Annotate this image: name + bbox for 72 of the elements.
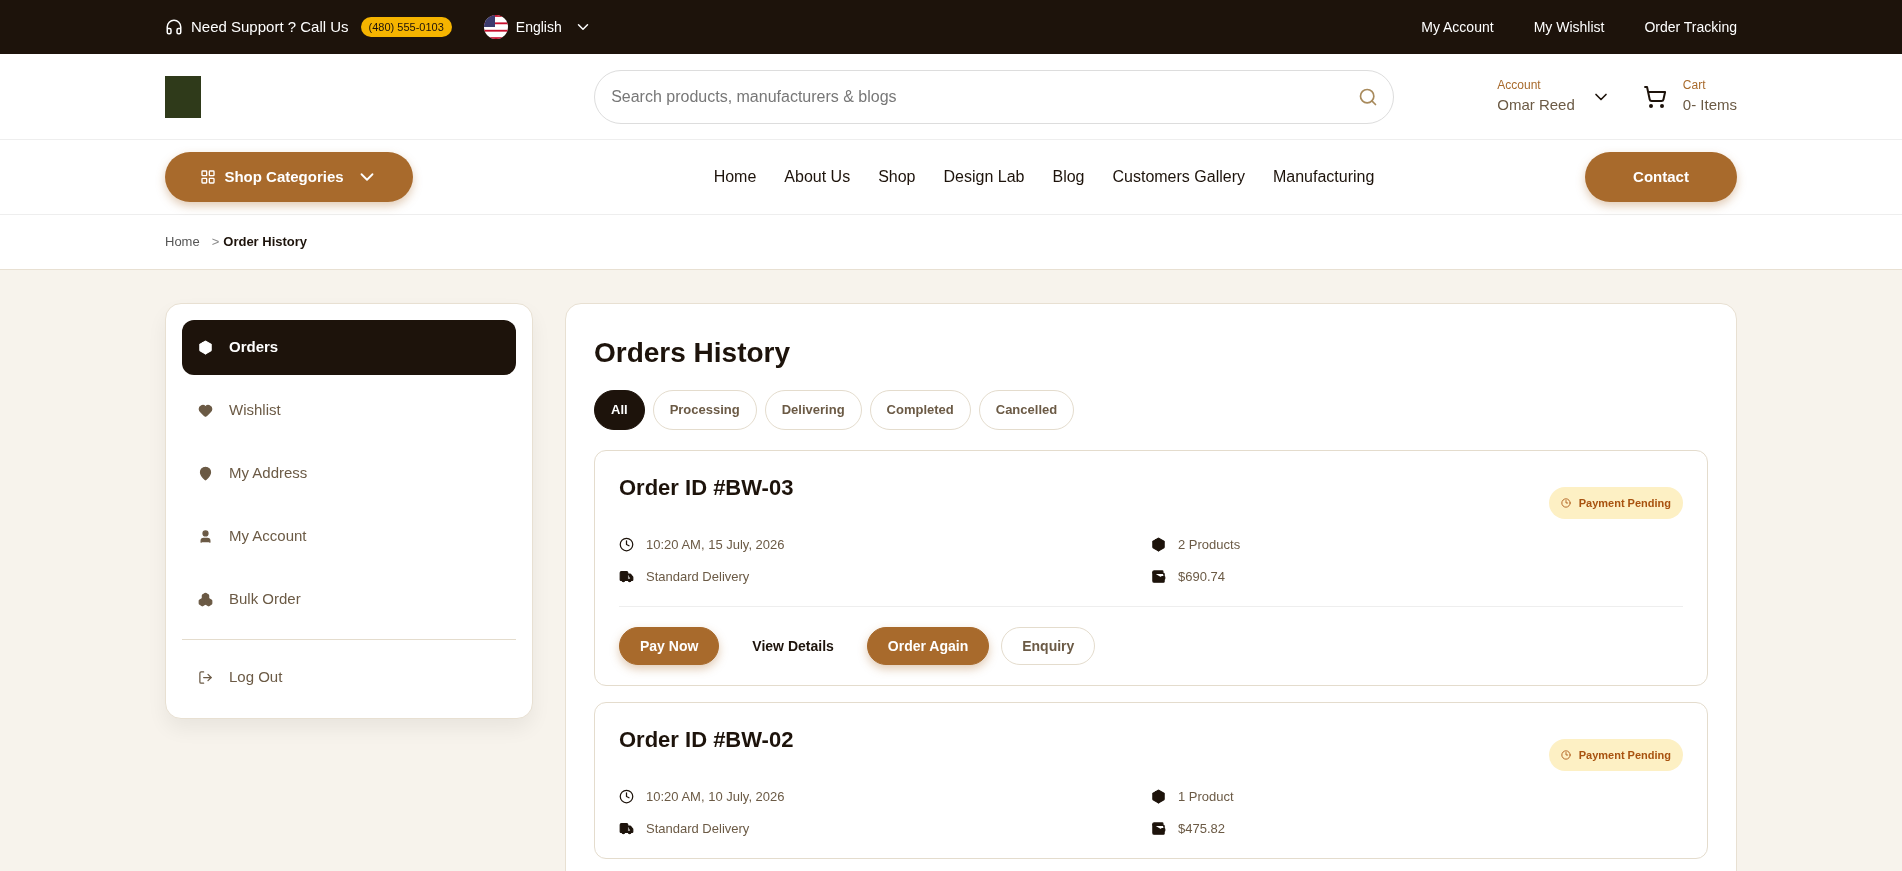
user-icon xyxy=(198,529,213,544)
sidebar-item[interactable]: Bulk Order xyxy=(182,572,516,627)
nav-link[interactable]: About Us xyxy=(784,165,851,189)
top-link[interactable]: Order Tracking xyxy=(1644,16,1737,38)
headset-icon xyxy=(165,18,183,36)
grid-icon xyxy=(200,169,217,185)
breadcrumb-separator: > xyxy=(211,233,220,252)
top-link[interactable]: My Wishlist xyxy=(1533,16,1605,38)
nav-link[interactable]: Home xyxy=(713,165,757,189)
language-selector[interactable]: English xyxy=(515,16,592,38)
cart-icon[interactable] xyxy=(1642,84,1667,109)
clock-icon xyxy=(1560,750,1571,760)
box-icon xyxy=(1151,537,1166,553)
cart-count: 0- Items xyxy=(1682,95,1737,116)
filter-tab[interactable]: Cancelled xyxy=(978,390,1075,430)
heart-icon xyxy=(198,403,213,418)
status-badge: Payment Pending xyxy=(1548,487,1683,519)
nav-link[interactable]: Blog xyxy=(1052,165,1085,189)
product-count: 2 Products xyxy=(1178,536,1241,554)
cart-label: Cart xyxy=(1682,77,1707,95)
support-text: Need Support ? Call Us xyxy=(191,16,349,37)
action-button[interactable]: Order Again xyxy=(866,627,990,665)
account-name[interactable]: Omar Reed xyxy=(1497,94,1575,117)
account-label: Account xyxy=(1497,77,1542,95)
delivery-type: Standard Delivery xyxy=(646,819,750,838)
order-date: 10:20 AM, 15 July, 2026 xyxy=(646,536,785,554)
box-icon xyxy=(198,340,213,355)
box-icon xyxy=(1151,789,1166,805)
delivery-type: Standard Delivery xyxy=(646,567,750,586)
filter-tab[interactable]: Delivering xyxy=(764,390,862,430)
contact-button[interactable]: Contact xyxy=(1585,152,1737,202)
filter-tab[interactable]: Processing xyxy=(652,390,757,430)
product-count: 1 Product xyxy=(1178,788,1234,806)
nav-link[interactable]: Manufacturing xyxy=(1272,165,1375,189)
logout-link[interactable]: Log Out xyxy=(182,652,516,702)
flag-icon xyxy=(483,15,508,39)
action-button[interactable]: Pay Now xyxy=(619,627,720,665)
clock-icon xyxy=(1560,498,1571,508)
breadcrumb-link[interactable]: Home xyxy=(165,232,200,252)
logo-image[interactable] xyxy=(165,75,201,118)
action-button[interactable]: Enquiry xyxy=(1001,627,1096,665)
wallet-icon xyxy=(1151,568,1166,584)
page-title: Orders History xyxy=(594,336,792,370)
phone-badge: (480) 555-0103 xyxy=(360,16,452,38)
order-id: Order ID #BW-02 xyxy=(619,726,794,754)
sidebar-item[interactable]: Orders xyxy=(182,320,516,375)
order-total: $475.82 xyxy=(1178,819,1225,838)
filter-tab[interactable]: All xyxy=(594,390,645,430)
sidebar-item[interactable]: My Account xyxy=(182,509,516,564)
order-id: Order ID #BW-03 xyxy=(619,474,794,502)
sidebar-item[interactable]: Wishlist xyxy=(182,383,516,438)
nav-link[interactable]: Shop xyxy=(878,165,916,189)
search-icon[interactable] xyxy=(1358,86,1379,107)
truck-icon xyxy=(619,820,634,836)
nav-link[interactable]: Customers Gallery xyxy=(1112,165,1245,189)
wallet-icon xyxy=(1151,820,1166,836)
shop-categories-button[interactable]: Shop Categories xyxy=(165,152,413,202)
order-date: 10:20 AM, 10 July, 2026 xyxy=(646,788,785,806)
search-field[interactable]: Search products, manufacturers & blogs xyxy=(594,69,1395,124)
view-details-link[interactable]: View Details xyxy=(731,627,855,665)
clock-icon xyxy=(619,537,634,553)
order-total: $690.74 xyxy=(1178,567,1225,586)
status-badge: Payment Pending xyxy=(1548,739,1683,771)
map-pin-icon xyxy=(198,466,213,481)
sidebar-item[interactable]: My Address xyxy=(182,446,516,501)
nav-link[interactable]: Design Lab xyxy=(943,165,1025,189)
top-link[interactable]: My Account xyxy=(1421,16,1494,38)
truck-icon xyxy=(619,568,634,584)
filter-tab[interactable]: Completed xyxy=(869,390,971,430)
logout-icon xyxy=(198,669,213,685)
breadcrumb-link[interactable]: Order History xyxy=(223,232,308,252)
clock-icon xyxy=(619,789,634,805)
